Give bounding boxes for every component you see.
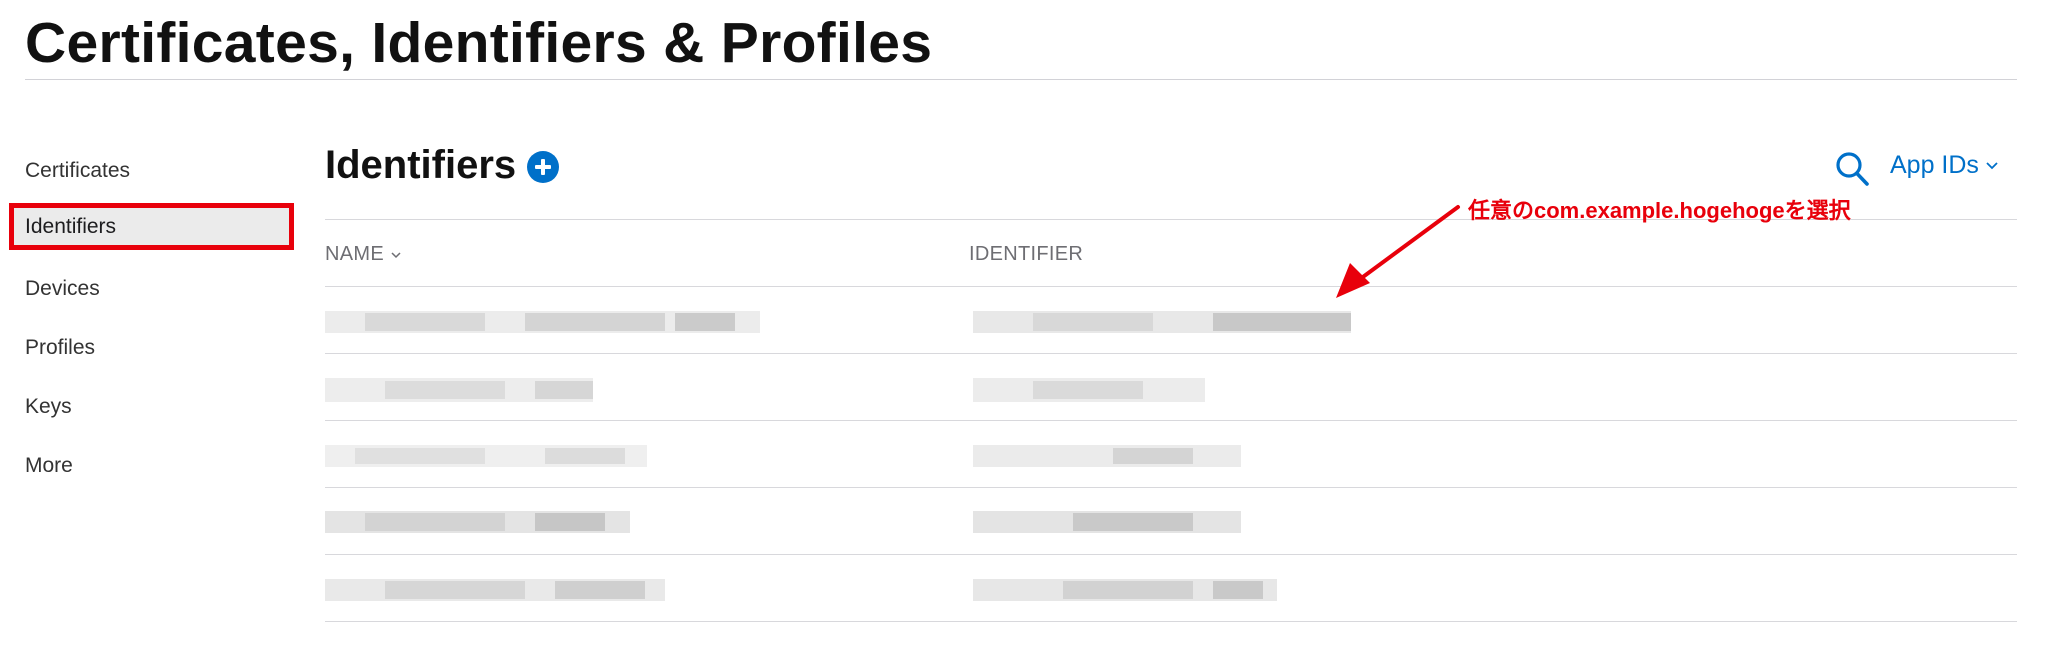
filter-selected-value: App IDs (1890, 151, 1979, 179)
pixelated-identifier-cell (973, 311, 1351, 333)
section-title: Identifiers (325, 143, 517, 187)
pixelated-identifier-cell (973, 579, 1277, 601)
pixelated-name-cell (325, 579, 665, 601)
sidebar-item-label: Identifiers (25, 214, 117, 238)
add-identifier-button[interactable] (527, 151, 559, 183)
annotation-arrow-icon (1336, 205, 1460, 298)
sidebar-item-identifiers[interactable]: Identifiers (9, 203, 294, 250)
column-header-name[interactable]: NAME (325, 243, 402, 266)
search-icon (1836, 152, 1869, 186)
sidebar-item-certificates[interactable]: Certificates (25, 159, 130, 183)
sidebar-item-more[interactable]: More (25, 454, 73, 478)
pixelated-name-cell (325, 378, 593, 402)
chevron-down-icon (391, 252, 401, 258)
identifier-type-filter[interactable]: App IDs (1890, 151, 1999, 180)
pixelated-name-cell (325, 511, 630, 533)
table-divider (325, 621, 2017, 622)
column-header-identifier: IDENTIFIER (969, 243, 1084, 265)
pixelated-identifier-cell (973, 378, 1205, 402)
search-button[interactable] (1834, 150, 1870, 188)
pixelated-identifier-cell (973, 511, 1241, 533)
chevron-down-icon (1986, 162, 1998, 170)
pixelated-identifier-cell (973, 445, 1241, 467)
pixelated-name-cell (325, 445, 647, 467)
sidebar-item-profiles[interactable]: Profiles (25, 336, 95, 360)
sidebar-item-devices[interactable]: Devices (25, 277, 100, 301)
annotation-label: 任意のcom.example.hogehogeを選択 (1468, 198, 1851, 223)
sidebar-item-keys[interactable]: Keys (25, 395, 72, 419)
page-title: Certificates, Identifiers & Profiles (25, 11, 933, 75)
pixelated-name-cell (325, 311, 760, 333)
title-divider (25, 79, 2017, 80)
